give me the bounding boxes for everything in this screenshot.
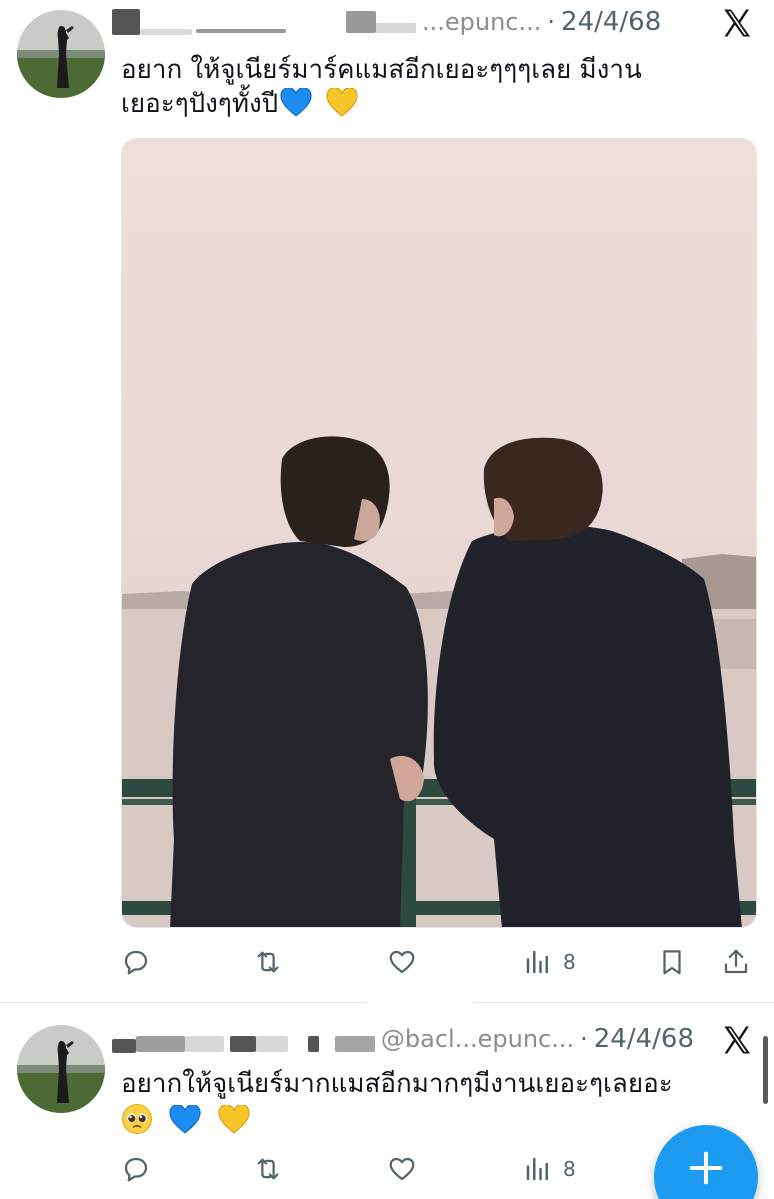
share-icon	[724, 949, 748, 974]
tweet-photo[interactable]	[121, 138, 757, 928]
tweet-text-line: อยาก ให้จูเนียร์มาร์คแมสอีกเยอะๆๆๆเลย มี…	[121, 55, 642, 85]
handle-redacted	[335, 1036, 375, 1052]
bookmark-icon	[663, 950, 681, 975]
plus-icon	[689, 1151, 723, 1185]
like-button[interactable]	[387, 1151, 417, 1187]
display-name-redacted	[112, 9, 140, 35]
bookmark-button[interactable]	[657, 944, 687, 980]
timestamp[interactable]: 24/4/68	[594, 1024, 694, 1054]
scrollbar-thumb[interactable]	[763, 1036, 768, 1104]
views-icon	[526, 1157, 548, 1181]
handle-redacted	[346, 11, 376, 33]
retweet-icon	[257, 951, 279, 973]
views-count: 8	[563, 1157, 576, 1181]
x-logo-icon	[724, 9, 751, 37]
timestamp[interactable]: 24/4/68	[561, 7, 661, 37]
heart-icon	[389, 1157, 415, 1181]
handle[interactable]: ...epunc...	[422, 8, 541, 36]
reply-button[interactable]	[121, 944, 151, 980]
retweet-icon	[257, 1158, 279, 1180]
reply-button[interactable]	[121, 1151, 151, 1187]
display-name-redacted	[112, 1039, 136, 1053]
heart-icon	[389, 950, 415, 974]
avatar[interactable]	[17, 10, 105, 98]
separator-dot: ·	[580, 1025, 588, 1053]
tweet-header: ...epunc... · 24/4/68	[112, 2, 694, 42]
tweet-text-line: อยากให้จูเนียร์มากแมสอีกมากๆมีงานเยอะๆเล…	[121, 1069, 673, 1099]
like-button[interactable]	[387, 944, 417, 980]
views-button[interactable]: 8	[523, 944, 576, 980]
blue-heart-icon	[280, 88, 312, 117]
tweet-text: อยาก ให้จูเนียร์มาร์คแมสอีกเยอะๆๆๆเลย มี…	[121, 53, 744, 121]
reply-icon	[124, 1157, 148, 1182]
tweet-1[interactable]: ...epunc... · 24/4/68 อยาก ให้จูเนียร์มา…	[0, 0, 774, 1003]
tweet-actions: 8	[121, 944, 757, 980]
handle[interactable]: @bacl...epunc...	[381, 1025, 574, 1053]
yellow-heart-icon	[217, 1105, 250, 1134]
yellow-heart-icon	[326, 88, 358, 117]
tweet-text: อยากให้จูเนียร์มากแมสอีกมากๆมีงานเยอะๆเล…	[121, 1067, 744, 1138]
views-button[interactable]: 8	[523, 1151, 576, 1187]
blue-heart-icon	[169, 1105, 201, 1134]
avatar[interactable]	[17, 1025, 105, 1113]
tweet-text-line: เยอะๆปังๆทั้งปี	[121, 89, 279, 119]
x-logo-icon	[724, 1026, 751, 1054]
tweet-header: @bacl...epunc... · 24/4/68	[112, 1019, 694, 1059]
separator-dot: ·	[547, 8, 556, 36]
views-count: 8	[563, 950, 576, 974]
share-button[interactable]	[721, 944, 751, 980]
pleading-face-icon	[122, 1104, 152, 1134]
reply-icon	[124, 950, 148, 975]
retweet-button[interactable]	[253, 1151, 283, 1187]
views-icon	[526, 950, 548, 974]
retweet-button[interactable]	[253, 944, 283, 980]
